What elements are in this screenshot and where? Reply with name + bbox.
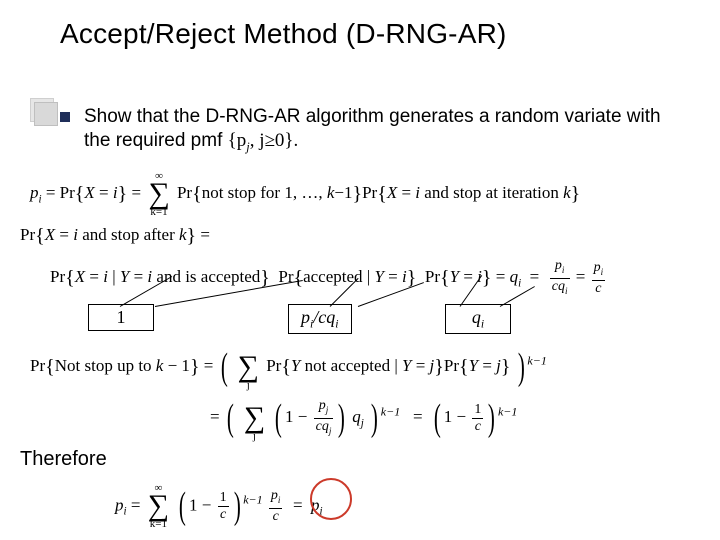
slide-title: Accept/Reject Method (D-RNG-AR): [60, 18, 507, 50]
equation-not-stop-row2: = ( ∑j (1 − pjcqj) qj )k−1 = (1 − 1c)k−1: [210, 398, 517, 439]
equation-not-stop-row1: Pr{Not stop up to k − 1} = ( ∑j Pr{Y not…: [30, 352, 547, 382]
bullet-pmf: {pj, j≥0}.: [228, 130, 299, 151]
bullet-text: Show that the D-RNG-AR algorithm generat…: [84, 105, 690, 155]
bullet-lead: Show that the D-RNG-AR algorithm generat…: [84, 106, 661, 151]
label-box-ratio: pi/cqi: [288, 304, 352, 334]
equation-pi-expansion: pi = Pr{X = i} = ∞∑k=1 Pr{not stop for 1…: [30, 180, 580, 208]
bullet-square-icon: [60, 112, 70, 122]
label-box-one: 1: [88, 304, 154, 331]
corner-decoration-front: [34, 102, 58, 126]
red-circle-highlight: [310, 478, 352, 520]
therefore-label: Therefore: [20, 448, 107, 471]
bullet-item: Show that the D-RNG-AR algorithm generat…: [60, 105, 690, 155]
equation-final: pi = ∞∑k=1 (1 − 1c)k−1 pic = pi: [115, 488, 323, 525]
equation-stop-after-k-lhs: Pr{X = i and stop after k} =: [20, 225, 210, 248]
label-box-qi: qi: [445, 304, 511, 334]
